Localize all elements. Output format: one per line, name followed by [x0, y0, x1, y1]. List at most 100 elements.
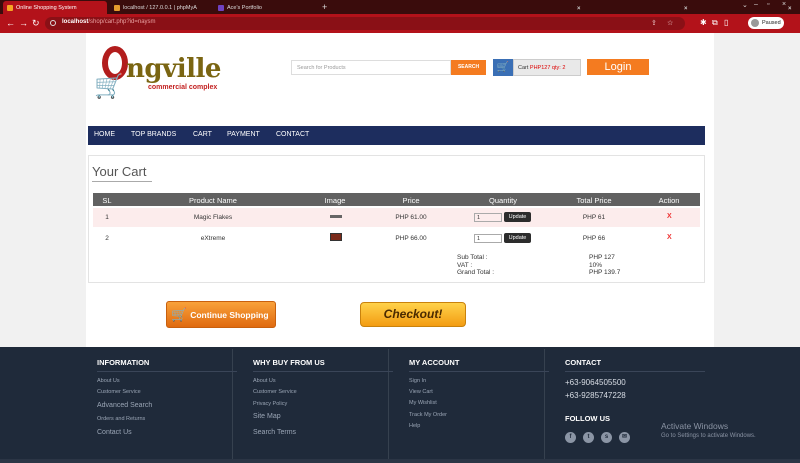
continue-shopping-button[interactable]: 🛒 Continue Shopping: [166, 301, 276, 328]
remove-icon[interactable]: X: [667, 234, 672, 241]
footer-rule: [253, 371, 393, 372]
nav-cart[interactable]: CART: [193, 131, 212, 138]
column-header-total: Total Price: [576, 196, 612, 205]
facebook-icon[interactable]: f: [565, 432, 576, 443]
quantity-input[interactable]: 1: [474, 234, 502, 243]
phone-number: +63-9064505500: [565, 378, 626, 387]
cart-summary[interactable]: Cart PHP127 qty: 2: [513, 59, 581, 76]
cart-icon: 🛒: [171, 306, 188, 322]
totals-labels: Sub Total : VAT : Grand Total :: [457, 254, 494, 277]
nav-contact[interactable]: CONTACT: [276, 131, 309, 138]
star-icon[interactable]: ☆: [667, 19, 673, 27]
footer-link[interactable]: Privacy Policy: [253, 401, 287, 407]
footer-link[interactable]: View Cart: [409, 389, 433, 395]
cart-logo-icon: 🛒: [94, 73, 124, 100]
search-button[interactable]: SEARCH: [451, 60, 486, 75]
footer-link[interactable]: Customer Service: [253, 389, 297, 395]
footer-heading-contact: CONTACT: [565, 358, 602, 367]
grand-total-value: PHP 139.7: [589, 269, 621, 276]
tab-phpmyadmin[interactable]: localhost / 127.0.0.1 | phpMyA ×: [110, 1, 688, 14]
footer-link[interactable]: Site Map: [253, 413, 281, 420]
quantity-input[interactable]: 1: [474, 213, 502, 222]
footer-link[interactable]: Customer Service: [97, 389, 141, 395]
tab-portfolio[interactable]: Ace's Portfolio ×: [214, 1, 792, 14]
search-input[interactable]: Search for Products: [291, 60, 451, 75]
column-header-price: Price: [402, 196, 420, 205]
logo-name: ngville: [126, 54, 221, 84]
follow-us-heading: FOLLOW US: [565, 414, 610, 423]
subtotal-value: PHP 127: [589, 254, 615, 261]
minimize-icon[interactable]: –: [754, 1, 758, 8]
email-icon[interactable]: ✉: [619, 432, 630, 443]
row-sl: 2: [105, 235, 109, 242]
cart-icon[interactable]: 🛒: [493, 59, 513, 76]
footer-link[interactable]: Sign In: [409, 378, 426, 384]
footer-link[interactable]: About Us: [97, 378, 120, 384]
nav-payment[interactable]: PAYMENT: [227, 131, 260, 138]
url-bar[interactable]: localhost/shop/cart.php?id=naysm ⇪ ☆: [45, 17, 685, 30]
footer-link[interactable]: Contact Us: [97, 429, 132, 436]
row-price: PHP 61.00: [395, 214, 427, 221]
back-icon[interactable]: ←: [6, 18, 15, 28]
login-button[interactable]: Login: [587, 59, 649, 75]
maximize-icon[interactable]: ▫: [767, 1, 769, 8]
footer-rule: [409, 371, 549, 372]
column-header-sl: SL: [102, 196, 112, 205]
table-row: 2 eXtreme PHP 66.00 1 Update PHP 66 X: [93, 229, 700, 248]
row-total: PHP 66: [582, 235, 606, 242]
continue-shopping-label: Continue Shopping: [190, 309, 269, 320]
footer-heading-information: INFORMATION: [97, 358, 150, 367]
table-row: 1 Magic Flakes PHP 61.00 1 Update PHP 61…: [93, 208, 700, 227]
footer-rule: [565, 371, 705, 372]
forward-icon[interactable]: →: [19, 18, 28, 28]
footer-link[interactable]: Orders and Returns: [97, 416, 145, 422]
footer-link[interactable]: Help: [409, 423, 420, 429]
footer-link[interactable]: About Us: [253, 378, 276, 384]
close-icon[interactable]: ×: [577, 6, 581, 12]
share-icon[interactable]: ⇪: [651, 19, 657, 27]
update-button[interactable]: Update: [504, 233, 531, 243]
row-sl: 1: [105, 214, 109, 221]
grand-total-label: Grand Total :: [457, 269, 495, 276]
close-icon[interactable]: ×: [788, 6, 792, 12]
chevron-down-icon[interactable]: ⌄: [742, 1, 748, 9]
skype-icon[interactable]: s: [601, 432, 612, 443]
tab-online-shopping[interactable]: Online Shopping System ×: [3, 1, 581, 14]
tab-label: localhost / 127.0.0.1 | phpMyA: [123, 4, 197, 11]
footer-link[interactable]: Advanced Search: [97, 402, 152, 409]
new-tab-icon[interactable]: +: [322, 2, 327, 12]
checkout-button[interactable]: Checkout!: [360, 302, 466, 327]
close-icon[interactable]: ×: [684, 6, 688, 12]
tab-label: Ace's Portfolio: [227, 4, 262, 11]
main-nav: HOME TOP BRANDS CART PAYMENT CONTACT: [88, 126, 705, 145]
address-toolbar: ← → ↻ localhost/shop/cart.php?id=naysm ⇪…: [0, 14, 800, 33]
extensions-icon[interactable]: ✱: [700, 18, 707, 27]
activate-windows-title: Activate Windows: [661, 421, 729, 431]
footer-heading-account: MY ACCOUNT: [409, 358, 460, 367]
puzzle-icon[interactable]: ⧉: [712, 18, 718, 28]
phone-number: +63-9285747228: [565, 391, 626, 400]
logo-subtitle: commercial complex: [148, 84, 218, 91]
footer-link[interactable]: My Wishlist: [409, 400, 437, 406]
vat-label: VAT :: [457, 261, 473, 269]
footer-divider: [232, 349, 233, 461]
profile-button[interactable]: Paused: [748, 17, 784, 29]
url-text[interactable]: localhost/shop/cart.php?id=naysm: [62, 19, 156, 25]
row-total: PHP 61: [582, 214, 606, 221]
sidebar-icon[interactable]: ▯: [724, 18, 728, 27]
reload-icon[interactable]: ↻: [32, 18, 40, 28]
nav-home[interactable]: HOME: [94, 131, 115, 138]
avatar: [751, 19, 759, 27]
close-window-icon[interactable]: ×: [782, 1, 786, 8]
site-logo[interactable]: 🛒 ngville commercial complex: [92, 46, 232, 106]
footer-link[interactable]: Search Terms: [253, 429, 296, 436]
nav-top-brands[interactable]: TOP BRANDS: [131, 131, 176, 138]
vat-value: 10%: [589, 261, 603, 269]
remove-icon[interactable]: X: [667, 213, 672, 220]
info-icon[interactable]: [50, 20, 56, 26]
footer-link[interactable]: Track My Order: [409, 412, 447, 418]
page-title: Your Cart: [92, 164, 147, 179]
twitter-icon[interactable]: t: [583, 432, 594, 443]
update-button[interactable]: Update: [504, 212, 531, 222]
row-price: PHP 66.00: [395, 235, 427, 242]
